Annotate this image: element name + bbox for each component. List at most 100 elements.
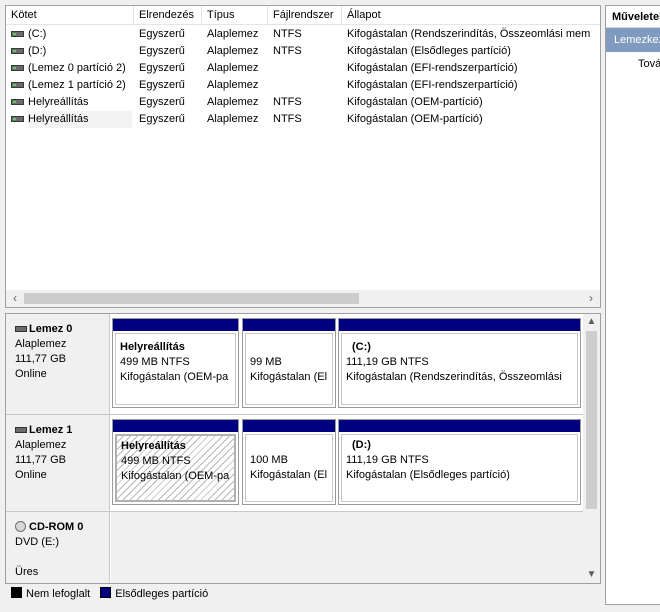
cdrom-area [111, 512, 585, 583]
disk-size: 111,77 GB [15, 454, 66, 466]
hard-disk-icon [15, 326, 27, 332]
disk-state: Online [15, 469, 47, 481]
disk-state: Online [15, 368, 47, 380]
disk-volume-icon [11, 65, 24, 71]
primary-partition-bar [113, 420, 238, 432]
disk-label[interactable]: CD-ROM 0 DVD (E:) Üres [6, 512, 110, 583]
partition-status: Kifogástalan (OEM-pa [121, 470, 230, 482]
volume-layout: Egyszerű [139, 45, 185, 57]
volume-type: Alaplemez [207, 45, 259, 57]
cdrom-0[interactable]: CD-ROM 0 DVD (E:) Üres [6, 512, 585, 583]
actions-header: Műveletek [606, 6, 660, 28]
scroll-right-icon[interactable]: › [584, 290, 598, 307]
volume-status: Kifogástalan (OEM-partíció) [347, 113, 483, 125]
disk-1[interactable]: Lemez 1 Alaplemez 111,77 GB Online Helyr… [6, 415, 585, 512]
volume-row[interactable]: (Lemez 1 partíció 2) Egyszerű Alaplemez … [6, 77, 600, 94]
legend: Nem lefoglalt Elsődleges partíció [5, 584, 601, 604]
volume-status: Kifogástalan (EFI-rendszerpartíció) [347, 79, 518, 91]
scrollbar-thumb[interactable] [24, 293, 359, 304]
volume-row[interactable]: (Lemez 0 partíció 2) Egyszerű Alaplemez … [6, 60, 600, 77]
volume-layout: Egyszerű [139, 28, 185, 40]
action-disk-management[interactable]: Lemezkezelés [606, 28, 660, 52]
column-header-volume[interactable]: Kötet [6, 6, 134, 25]
partition-title: Helyreállítás [120, 341, 185, 353]
column-header-type[interactable]: Típus [202, 6, 268, 25]
volume-type: Alaplemez [207, 28, 259, 40]
disk-map-panel: Lemez 0 Alaplemez 111,77 GB Online Helyr… [5, 313, 601, 584]
volume-row[interactable]: (C:) Egyszerű Alaplemez NTFS Kifogástala… [6, 26, 600, 43]
partition-size: 100 MB [250, 454, 288, 466]
disk-volume-icon [11, 48, 24, 54]
disk-size: 111,77 GB [15, 353, 66, 365]
partition-status: Kifogástalan (El [250, 371, 328, 383]
volume-status: Kifogástalan (OEM-partíció) [347, 96, 483, 108]
partition-size: 111,19 GB NTFS [346, 454, 429, 466]
action-more-actions[interactable]: További műveletek [606, 52, 660, 76]
scroll-up-icon[interactable]: ▲ [583, 314, 600, 330]
partition-recovery-selected[interactable]: Helyreállítás 499 MB NTFS Kifogástalan (… [112, 419, 239, 505]
primary-partition-bar [243, 319, 335, 331]
volume-row[interactable]: Helyreállítás Egyszerű Alaplemez NTFS Ki… [6, 111, 600, 128]
volume-layout: Egyszerű [139, 96, 185, 108]
volume-status: Kifogástalan (Rendszerindítás, Összeomlá… [347, 28, 591, 40]
partition-title: (D:) [352, 439, 371, 451]
legend-unallocated: Nem lefoglalt [26, 588, 91, 600]
cdrom-icon [15, 521, 26, 532]
volume-name: (Lemez 0 partíció 2) [28, 62, 126, 74]
partition-status: Kifogástalan (OEM-pa [120, 371, 229, 383]
partition-d[interactable]: (D:) 111,19 GB NTFS Kifogástalan (Elsődl… [338, 419, 581, 505]
volume-filesystem: NTFS [273, 113, 302, 125]
actions-pane: Műveletek Lemezkezelés További műveletek [605, 5, 660, 605]
primary-partition-bar [113, 319, 238, 331]
partition-status: Kifogástalan (Elsődleges partíció) [346, 469, 510, 481]
partition-c[interactable]: (C:) 111,19 GB NTFS Kifogástalan (Rendsz… [338, 318, 581, 408]
disk-label[interactable]: Lemez 1 Alaplemez 111,77 GB Online [6, 415, 110, 511]
volume-row[interactable]: (D:) Egyszerű Alaplemez NTFS Kifogástala… [6, 43, 600, 60]
volume-name: (C:) [28, 28, 47, 40]
primary-partition-bar [339, 319, 580, 331]
volume-status: Kifogástalan (EFI-rendszerpartíció) [347, 62, 518, 74]
volume-layout: Egyszerű [139, 79, 185, 91]
column-header-layout[interactable]: Elrendezés [134, 6, 202, 25]
partition-title: Helyreállítás [121, 440, 186, 452]
scroll-left-icon[interactable]: ‹ [8, 290, 22, 307]
disk-label[interactable]: Lemez 0 Alaplemez 111,77 GB Online [6, 314, 110, 414]
hard-disk-icon [15, 427, 27, 433]
volume-name: (D:) [28, 45, 47, 57]
disk-kind: Alaplemez [15, 439, 67, 451]
partition-efi[interactable]: 99 MB Kifogástalan (El [242, 318, 336, 408]
partition-size: 99 MB [250, 356, 282, 368]
vertical-scrollbar[interactable]: ▲ ▼ [583, 314, 600, 583]
cdrom-state: Üres [15, 566, 39, 578]
partition-size: 499 MB NTFS [121, 455, 191, 467]
unallocated-swatch [11, 587, 22, 598]
column-header-status[interactable]: Állapot [342, 6, 600, 25]
volume-type: Alaplemez [207, 96, 259, 108]
disk-volume-icon [11, 31, 24, 37]
volume-list-panel: Kötet Elrendezés Típus Fájlrendszer Álla… [5, 5, 601, 308]
disk-0[interactable]: Lemez 0 Alaplemez 111,77 GB Online Helyr… [6, 314, 585, 415]
disk-kind: Alaplemez [15, 338, 67, 350]
disk-volume-icon [11, 116, 24, 122]
cdrom-drive: DVD (E:) [15, 536, 59, 548]
volume-filesystem: NTFS [273, 96, 302, 108]
volume-type: Alaplemez [207, 62, 259, 74]
partition-status: Kifogástalan (El [250, 469, 328, 481]
volume-layout: Egyszerű [139, 62, 185, 74]
legend-primary: Elsődleges partíció [115, 588, 209, 600]
volume-filesystem: NTFS [273, 28, 302, 40]
volume-filesystem: NTFS [273, 45, 302, 57]
horizontal-scrollbar[interactable]: ‹ › [6, 290, 600, 307]
volume-status: Kifogástalan (Elsődleges partíció) [347, 45, 511, 57]
primary-partition-bar [243, 420, 335, 432]
column-header-filesystem[interactable]: Fájlrendszer [268, 6, 342, 25]
partition-title: (C:) [352, 341, 371, 353]
primary-partition-swatch [100, 587, 112, 598]
disk-volume-icon [11, 99, 24, 105]
partition-recovery[interactable]: Helyreállítás 499 MB NTFS Kifogástalan (… [112, 318, 239, 408]
partition-status: Kifogástalan (Rendszerindítás, Összeomlá… [346, 371, 562, 383]
volume-row[interactable]: Helyreállítás Egyszerű Alaplemez NTFS Ki… [6, 94, 600, 111]
scroll-down-icon[interactable]: ▼ [583, 567, 600, 583]
partition-efi[interactable]: 100 MB Kifogástalan (El [242, 419, 336, 505]
scrollbar-thumb[interactable] [586, 331, 597, 509]
